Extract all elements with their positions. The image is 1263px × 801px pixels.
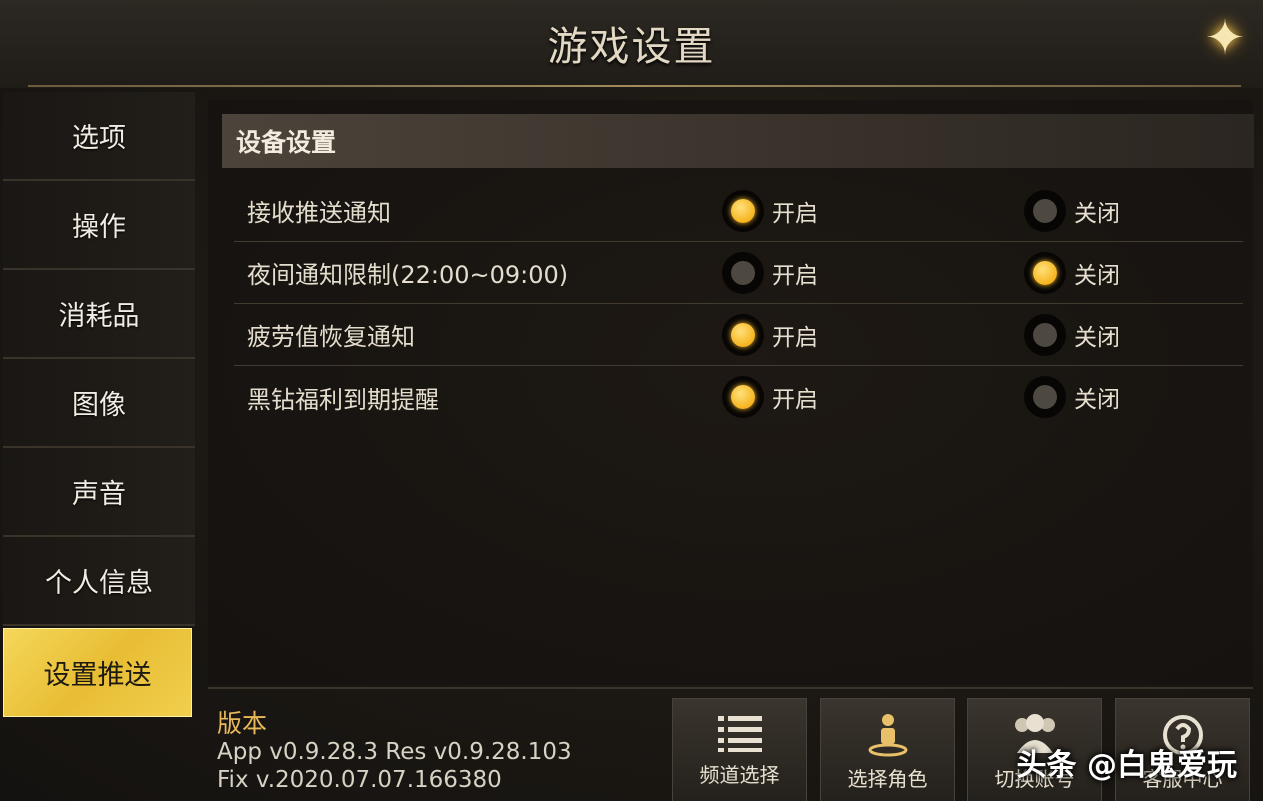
radio-icon xyxy=(722,376,764,418)
radio-on-label: 开启 xyxy=(772,262,818,289)
select-character-button[interactable]: 选择角色 xyxy=(820,698,955,801)
radio-icon xyxy=(1024,376,1066,418)
sidebar-item-push-settings[interactable]: 设置推送 xyxy=(3,628,192,717)
radio-off-label: 关闭 xyxy=(1074,324,1120,351)
radio-icon xyxy=(722,313,764,356)
radio-on-label: 开启 xyxy=(772,387,818,413)
radio-on[interactable]: 开启 xyxy=(722,189,818,232)
list-icon xyxy=(717,716,762,752)
radio-icon xyxy=(722,251,764,294)
radio-off[interactable]: 关闭 xyxy=(1024,251,1120,294)
radio-off-label: 关闭 xyxy=(1074,200,1120,227)
setting-label: 疲劳值恢复通知 xyxy=(247,323,415,351)
close-button[interactable]: ✦ xyxy=(1197,8,1253,68)
version-info: 版本 App v0.9.28.3 Res v0.9.28.103 Fix v.2… xyxy=(217,710,572,794)
character-icon xyxy=(868,714,907,757)
radio-on-label: 开启 xyxy=(772,200,818,227)
setting-row: 夜间通知限制(22:00~09:00) 开启 关闭 xyxy=(234,242,1243,304)
sidebar-item-sound[interactable]: 声音 xyxy=(3,448,195,537)
radio-off[interactable]: 关闭 xyxy=(1024,189,1120,232)
radio-on[interactable]: 开启 xyxy=(722,251,818,294)
radio-on[interactable]: 开启 xyxy=(722,313,818,356)
setting-label: 夜间通知限制(22:00~09:00) xyxy=(247,261,569,289)
header-bar: 游戏设置 ✦ xyxy=(0,0,1263,88)
sidebar-item-consumables[interactable]: 消耗品 xyxy=(3,270,195,359)
setting-label: 接收推送通知 xyxy=(247,199,391,227)
radio-on-label: 开启 xyxy=(772,324,818,351)
radio-off[interactable]: 关闭 xyxy=(1024,313,1120,356)
footer-divider xyxy=(208,687,1253,689)
channel-select-button[interactable]: 频道选择 xyxy=(672,698,807,801)
radio-icon xyxy=(1024,313,1066,356)
radio-off[interactable]: 关闭 xyxy=(1024,376,1120,418)
radio-off-label: 关闭 xyxy=(1074,262,1120,289)
sidebar: 选项 操作 消耗品 图像 声音 个人信息 设置推送 xyxy=(3,92,195,801)
close-star-icon: ✦ xyxy=(1204,10,1246,66)
setting-row: 接收推送通知 开启 关闭 xyxy=(234,180,1243,242)
version-title: 版本 xyxy=(217,709,268,738)
radio-on[interactable]: 开启 xyxy=(722,376,818,418)
sidebar-item-controls[interactable]: 操作 xyxy=(3,181,195,270)
setting-label: 黑钻福利到期提醒 xyxy=(247,385,439,414)
version-fix: Fix v.2020.07.07.166380 xyxy=(217,767,502,793)
sidebar-item-options[interactable]: 选项 xyxy=(3,92,195,181)
radio-icon xyxy=(1024,251,1066,294)
header-divider xyxy=(28,85,1241,87)
radio-off-label: 关闭 xyxy=(1074,387,1120,413)
channel-select-label: 频道选择 xyxy=(699,763,780,787)
section-header: 设备设置 xyxy=(222,114,1254,168)
sidebar-item-graphics[interactable]: 图像 xyxy=(3,359,195,448)
page-title: 游戏设置 xyxy=(547,24,716,70)
version-app: App v0.9.28.3 Res v0.9.28.103 xyxy=(217,739,572,765)
settings-window: 游戏设置 ✦ 选项 操作 消耗品 图像 声音 个人信息 设置推送 设备设置 接收… xyxy=(0,0,1263,801)
sidebar-item-profile[interactable]: 个人信息 xyxy=(3,537,195,626)
radio-icon xyxy=(1024,189,1066,232)
select-character-label: 选择角色 xyxy=(847,767,928,791)
settings-list: 接收推送通知 开启 关闭 夜间通知限制(22:00~09:00) 开启 关闭 疲… xyxy=(234,180,1243,428)
radio-icon xyxy=(722,189,764,232)
setting-row: 黑钻福利到期提醒 开启 关闭 xyxy=(234,366,1243,428)
watermark: 头条 @白鬼爱玩 xyxy=(1016,748,1237,783)
setting-row: 疲劳值恢复通知 开启 关闭 xyxy=(234,304,1243,366)
